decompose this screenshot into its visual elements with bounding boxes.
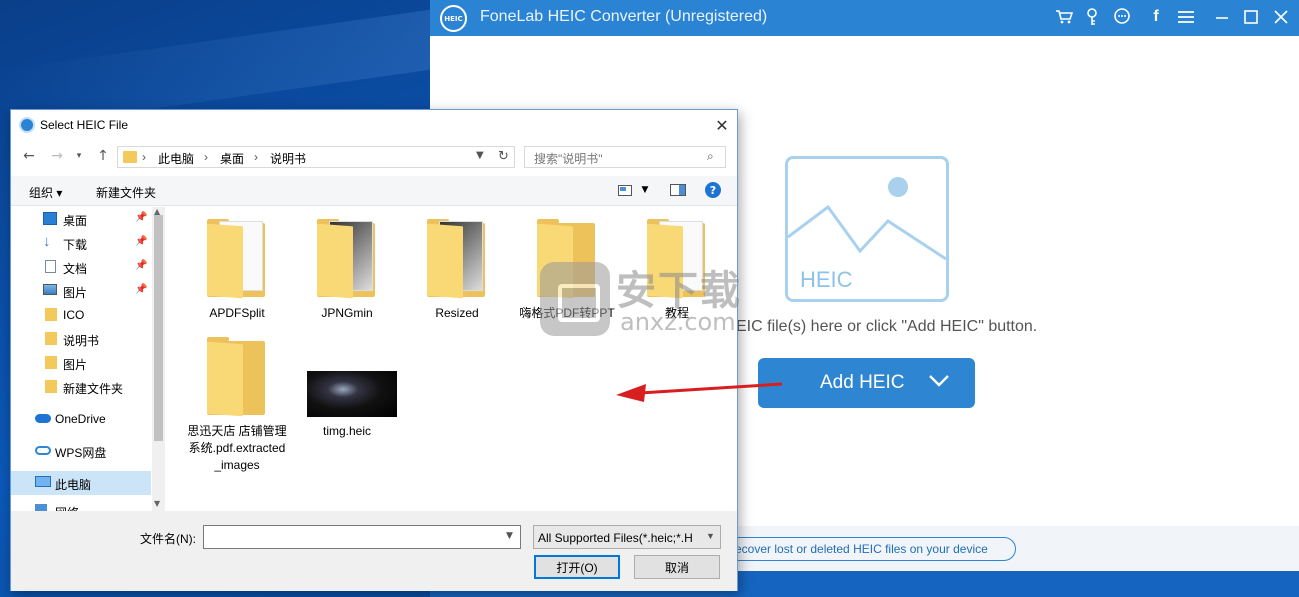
annotation-arrow <box>616 382 783 402</box>
